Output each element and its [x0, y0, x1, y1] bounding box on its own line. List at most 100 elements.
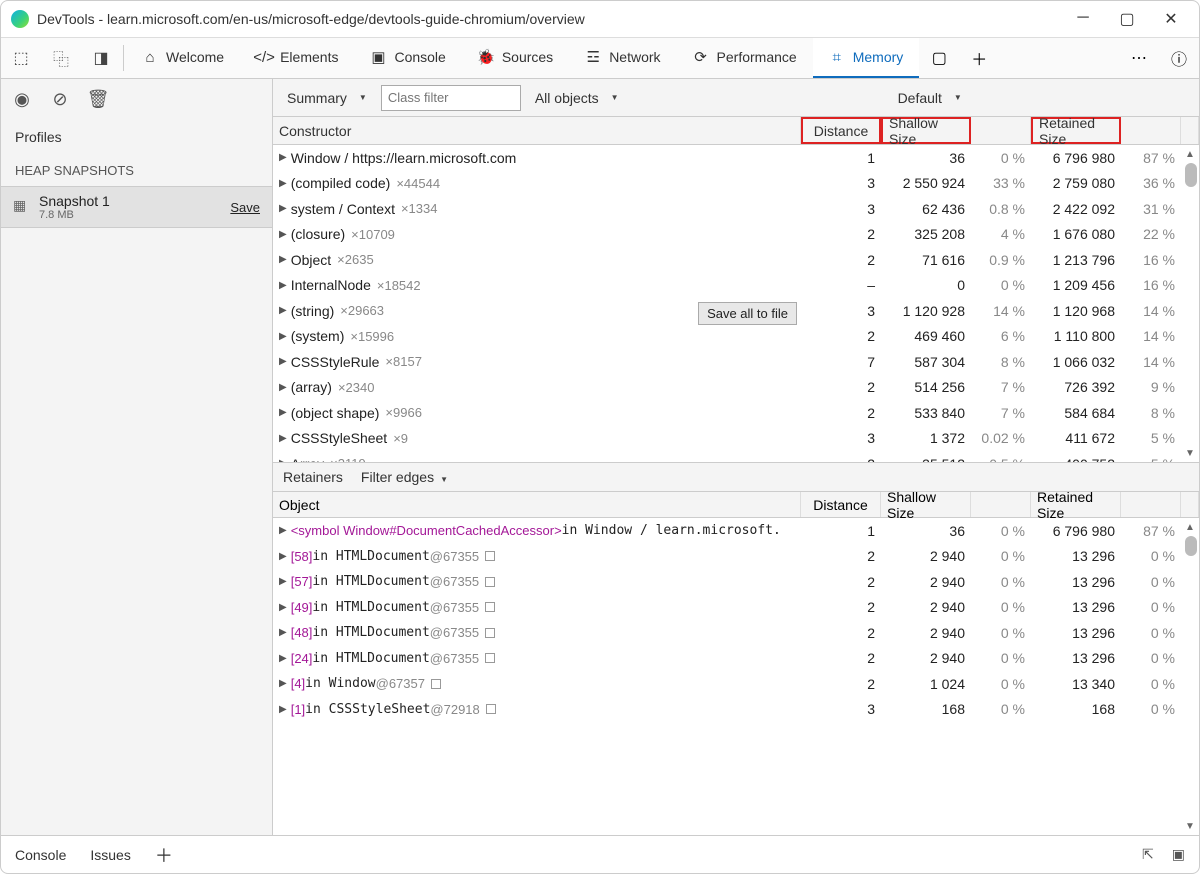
expand-icon[interactable]: ▶: [279, 203, 287, 214]
maximize-button[interactable]: ▢: [1119, 9, 1135, 29]
dock-side-icon[interactable]: ◨: [81, 38, 121, 78]
expand-icon[interactable]: ▶: [279, 254, 287, 265]
console-icon: ▣: [370, 49, 386, 65]
memory-toolbar: Summary All objects Default: [273, 79, 1199, 117]
expand-icon[interactable]: ▶: [279, 678, 287, 689]
table-row[interactable]: ▶InternalNode×18542 – 0 0 % 1 209 456 16…: [273, 273, 1181, 299]
table-row[interactable]: ▶(array)×2340 2 514 256 7 % 726 392 9 %: [273, 375, 1181, 401]
scroll-up-icon-2[interactable]: ▲: [1181, 518, 1199, 536]
expand-icon[interactable]: ▶: [279, 551, 287, 562]
save-all-tooltip[interactable]: Save all to file: [698, 302, 797, 325]
retainer-row[interactable]: ▶[49] in HTMLDocument @67355 2 2 940 0 %…: [273, 595, 1181, 621]
expand-icon[interactable]: ▶: [279, 178, 287, 189]
retainer-row[interactable]: ▶[48] in HTMLDocument @67355 2 2 940 0 %…: [273, 620, 1181, 646]
expand-icon[interactable]: ▶: [279, 407, 287, 418]
default-dropdown[interactable]: Default: [884, 79, 976, 116]
table-row[interactable]: ▶(system)×15996 2 469 460 6 % 1 110 800 …: [273, 324, 1181, 350]
column-retained-2[interactable]: Retained Size: [1031, 492, 1121, 517]
column-distance-2[interactable]: Distance: [801, 492, 881, 517]
retainer-row[interactable]: ▶<symbol Window#DocumentCachedAccessor> …: [273, 518, 1181, 544]
expand-icon[interactable]: ▶: [279, 382, 287, 393]
tab-memory[interactable]: ⌗Memory: [813, 38, 920, 78]
scrollbar-thumb-2[interactable]: [1185, 536, 1197, 556]
scroll-down-icon-2[interactable]: ▼: [1181, 817, 1199, 835]
more-button[interactable]: ⋯: [1119, 38, 1159, 78]
retainer-row[interactable]: ▶[4] in Window @67357 2 1 024 0 % 13 340…: [273, 671, 1181, 697]
table-row[interactable]: ▶Array×2119 2 35 512 0.5 % 400 752 5 %: [273, 451, 1181, 462]
column-object[interactable]: Object: [273, 492, 801, 517]
objects-filter-dropdown[interactable]: All objects: [521, 79, 884, 116]
table-row[interactable]: ▶(string)×29663Save all to file 3 1 120 …: [273, 298, 1181, 324]
expand-icon[interactable]: ▶: [279, 627, 287, 638]
minimize-button[interactable]: ─: [1075, 9, 1091, 29]
table-row[interactable]: ▶system / Context×1334 3 62 436 0.8 % 2 …: [273, 196, 1181, 222]
retainer-row[interactable]: ▶[58] in HTMLDocument @67355 2 2 940 0 %…: [273, 544, 1181, 570]
column-shallow-2[interactable]: Shallow Size: [881, 492, 971, 517]
retainers-bar: Retainers Filter edges: [273, 462, 1199, 492]
expand-icon[interactable]: ▶: [279, 576, 287, 587]
expand-icon[interactable]: ▶: [279, 653, 287, 664]
column-retained-size[interactable]: Retained Size: [1031, 117, 1121, 144]
column-shallow-size[interactable]: Shallow Size: [881, 117, 971, 144]
retainers-grid-header: Object Distance Shallow Size Retained Si…: [273, 492, 1199, 518]
retainer-row[interactable]: ▶[57] in HTMLDocument @67355 2 2 940 0 %…: [273, 569, 1181, 595]
delete-icon[interactable]: 🗑: [87, 88, 109, 110]
add-tab-button[interactable]: ＋: [959, 38, 999, 78]
class-filter-input[interactable]: [381, 85, 521, 111]
column-constructor[interactable]: Constructor: [273, 117, 801, 144]
column-shallow-pct[interactable]: [971, 117, 1031, 144]
column-distance[interactable]: Distance: [801, 117, 881, 144]
drawer-icon-1[interactable]: ⇱: [1142, 846, 1154, 863]
filter-edges-dropdown[interactable]: Filter edges: [361, 469, 448, 485]
tab-welcome[interactable]: ⌂Welcome: [126, 38, 240, 78]
close-button[interactable]: ✕: [1163, 9, 1179, 29]
clear-icon[interactable]: ⊘: [49, 88, 71, 110]
retainer-row[interactable]: ▶[24] in HTMLDocument @67355 2 2 940 0 %…: [273, 646, 1181, 672]
tab-console[interactable]: ▣Console: [354, 38, 461, 78]
summary-dropdown[interactable]: Summary: [273, 79, 381, 116]
table-row[interactable]: ▶Window / https://learn.microsoft.com 1 …: [273, 145, 1181, 171]
expand-icon[interactable]: ▶: [279, 280, 287, 291]
record-icon[interactable]: ◉: [11, 88, 33, 110]
expand-icon[interactable]: ▶: [279, 433, 287, 444]
expand-icon[interactable]: ▶: [279, 525, 287, 536]
table-row[interactable]: ▶CSSStyleRule×8157 7 587 304 8 % 1 066 0…: [273, 349, 1181, 375]
expand-icon[interactable]: ▶: [279, 602, 287, 613]
expand-icon[interactable]: ▶: [279, 152, 287, 163]
expand-icon[interactable]: ▶: [279, 305, 287, 316]
toggle-device-icon[interactable]: ⿻: [41, 38, 81, 78]
table-row[interactable]: ▶Object×2635 2 71 616 0.9 % 1 213 796 16…: [273, 247, 1181, 273]
expand-icon[interactable]: ▶: [279, 458, 287, 462]
profiles-label: Profiles: [1, 119, 272, 155]
inspect-element-icon[interactable]: ⬚: [1, 38, 41, 78]
scrollbar-thumb[interactable]: [1185, 163, 1197, 187]
add-drawer-tab[interactable]: ＋: [155, 842, 173, 868]
retainer-row[interactable]: ▶[1] in CSSStyleSheet @72918 3 168 0 % 1…: [273, 697, 1181, 723]
table-row[interactable]: ▶(object shape)×9966 2 533 840 7 % 584 6…: [273, 400, 1181, 426]
table-row[interactable]: ▶(closure)×10709 2 325 208 4 % 1 676 080…: [273, 222, 1181, 248]
expand-icon[interactable]: ▶: [279, 704, 287, 715]
tab-elements[interactable]: </>Elements: [240, 38, 354, 78]
scroll-up-icon[interactable]: ▲: [1181, 145, 1199, 163]
expand-icon[interactable]: ▶: [279, 356, 287, 367]
column-retained-pct[interactable]: [1121, 117, 1181, 144]
help-button[interactable]: ⓘ: [1159, 38, 1199, 78]
save-button[interactable]: Save: [230, 200, 260, 215]
snapshot-item[interactable]: ▦ Snapshot 1 7.8 MB Save: [1, 186, 272, 228]
console-tab[interactable]: Console: [15, 847, 66, 863]
tab-performance[interactable]: ⟳Performance: [677, 38, 813, 78]
tab-network[interactable]: ☲Network: [569, 38, 676, 78]
expand-icon[interactable]: ▶: [279, 331, 287, 342]
drawer-icon-2[interactable]: ▣: [1172, 846, 1185, 863]
bug-icon: 🐞: [478, 49, 494, 65]
drawer-footer: Console Issues ＋ ⇱ ▣: [1, 835, 1199, 873]
tab-sources[interactable]: 🐞Sources: [462, 38, 569, 78]
profiles-sidebar: ◉ ⊘ 🗑 Profiles HEAP SNAPSHOTS ▦ Snapshot…: [1, 79, 273, 835]
gauge-icon: ⟳: [693, 49, 709, 65]
expand-icon[interactable]: ▶: [279, 229, 287, 240]
issues-tab[interactable]: Issues: [90, 847, 130, 863]
scroll-down-icon[interactable]: ▼: [1181, 444, 1199, 462]
table-row[interactable]: ▶CSSStyleSheet×9 3 1 372 0.02 % 411 672 …: [273, 426, 1181, 452]
table-row[interactable]: ▶(compiled code)×44544 3 2 550 924 33 % …: [273, 171, 1181, 197]
tab-overflow-button[interactable]: ▢: [919, 38, 959, 78]
